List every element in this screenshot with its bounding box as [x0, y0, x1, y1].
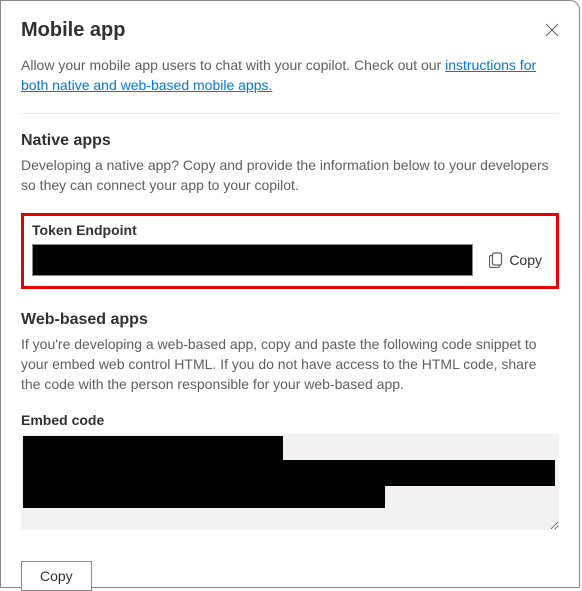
intro-static: Allow your mobile app users to chat with…: [21, 57, 445, 73]
copy-token-label: Copy: [509, 252, 542, 268]
token-endpoint-label: Token Endpoint: [32, 222, 548, 238]
close-icon[interactable]: [545, 23, 559, 37]
page-title: Mobile app: [21, 19, 125, 42]
redaction-block: [23, 460, 555, 486]
divider: [21, 113, 559, 114]
token-endpoint-input[interactable]: [32, 244, 473, 276]
token-row: Copy: [32, 244, 548, 276]
embed-code-label: Embed code: [21, 412, 559, 428]
copy-token-button[interactable]: Copy: [483, 248, 548, 272]
token-endpoint-highlight: Token Endpoint Copy: [21, 213, 559, 289]
intro-text: Allow your mobile app users to chat with…: [21, 56, 559, 95]
mobile-app-panel: Mobile app Allow your mobile app users t…: [0, 0, 580, 588]
redaction-block: [23, 436, 283, 460]
web-apps-section: Web-based apps If you're developing a we…: [21, 311, 559, 591]
native-desc: Developing a native app? Copy and provid…: [21, 156, 559, 195]
web-heading: Web-based apps: [21, 311, 559, 329]
web-desc: If you're developing a web-based app, co…: [21, 335, 559, 394]
redaction-block: [23, 486, 385, 508]
copy-embed-button[interactable]: Copy: [21, 561, 92, 591]
native-heading: Native apps: [21, 132, 559, 150]
native-apps-section: Native apps Developing a native app? Cop…: [21, 132, 559, 289]
embed-code-wrap: [21, 434, 559, 547]
copy-icon: [489, 252, 503, 268]
panel-header: Mobile app: [21, 19, 559, 42]
